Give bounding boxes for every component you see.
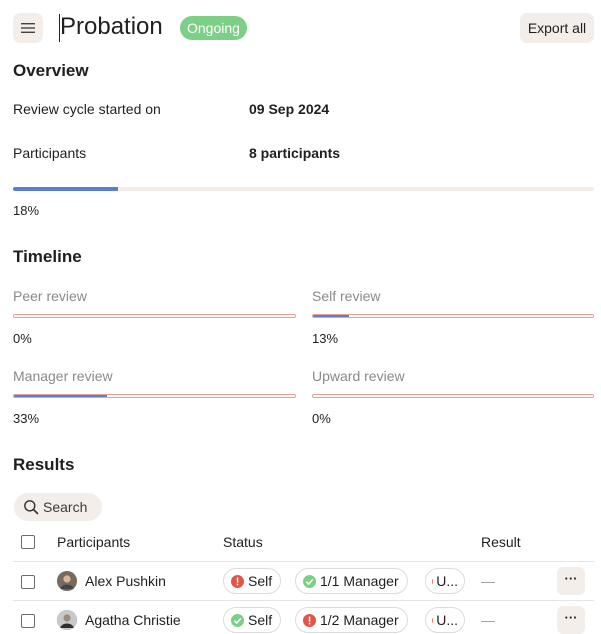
avatar [57, 571, 77, 591]
timeline-fill-self [313, 315, 350, 317]
overview-progress-text: 18% [13, 203, 40, 218]
overview-heading: Overview [13, 61, 89, 80]
row-checkbox[interactable] [21, 575, 35, 589]
cycle-label: Review cycle started on [13, 101, 161, 117]
status-dot-icon [432, 578, 434, 584]
more-options-button[interactable]: ··· [557, 606, 585, 634]
check-icon [303, 574, 316, 588]
manager-review-chip[interactable]: 1/1 Manager [295, 568, 408, 594]
avatar [57, 610, 77, 630]
participant-name[interactable]: Alex Pushkin [85, 573, 166, 589]
chip-label: Self [248, 573, 273, 589]
alert-icon [303, 613, 316, 627]
overview-progress-fill [13, 187, 118, 191]
timeline-bar-upward [312, 394, 594, 398]
search-input[interactable]: Search [14, 493, 102, 521]
row-divider [13, 600, 594, 601]
search-icon [24, 500, 39, 515]
row-checkbox[interactable] [21, 614, 35, 628]
results-heading: Results [13, 455, 75, 474]
alert-icon [231, 574, 244, 588]
result-value: — [481, 573, 495, 589]
column-header-result[interactable]: Result [481, 534, 521, 550]
manager-review-chip[interactable]: 1/2 Manager [295, 607, 408, 633]
participants-value: 8 participants [249, 145, 341, 161]
timeline-pct-upward: 0% [312, 411, 331, 426]
header-divider [13, 561, 594, 562]
timeline-pct-manager: 33% [13, 411, 40, 426]
upward-review-chip[interactable]: U... [425, 568, 465, 594]
more-options-button[interactable]: ··· [557, 567, 585, 595]
timeline-bar-peer [13, 314, 296, 318]
select-all-checkbox[interactable] [21, 535, 35, 549]
upward-review-chip[interactable]: U... [425, 607, 465, 633]
status-badge: Ongoing [180, 16, 247, 40]
timeline-label-self: Self review [312, 288, 381, 304]
timeline-heading: Timeline [13, 247, 82, 266]
self-review-chip[interactable]: Self [223, 607, 282, 633]
column-header-participants[interactable]: Participants [57, 534, 130, 550]
status-dot-icon [432, 617, 434, 623]
export-all-button[interactable]: Export all [520, 13, 594, 43]
timeline-label-upward: Upward review [312, 368, 405, 384]
column-header-status[interactable]: Status [223, 534, 263, 550]
hamburger-icon [21, 23, 35, 33]
timeline-label-manager: Manager review [13, 368, 113, 384]
chip-label: 1/2 Manager [320, 612, 399, 628]
timeline-pct-peer: 0% [13, 331, 32, 346]
menu-button[interactable] [13, 13, 43, 43]
chip-label: 1/1 Manager [320, 573, 399, 589]
result-value: — [481, 612, 495, 628]
timeline-bar-manager [13, 394, 296, 398]
chip-label: U... [436, 612, 458, 628]
timeline-bar-self [312, 314, 594, 318]
chip-label: U... [436, 573, 458, 589]
check-icon [231, 613, 244, 627]
self-review-chip[interactable]: Self [223, 568, 282, 594]
timeline-fill-manager [14, 395, 107, 397]
participants-label: Participants [13, 145, 87, 161]
search-placeholder: Search [43, 499, 88, 515]
timeline-label-peer: Peer review [13, 288, 87, 304]
participant-name[interactable]: Agatha Christie [85, 612, 181, 628]
cycle-value: 09 Sep 2024 [249, 101, 330, 117]
timeline-pct-self: 13% [312, 331, 339, 346]
overview-progress-bar [13, 187, 594, 191]
page-title: Probation [60, 13, 163, 40]
chip-label: Self [248, 612, 273, 628]
